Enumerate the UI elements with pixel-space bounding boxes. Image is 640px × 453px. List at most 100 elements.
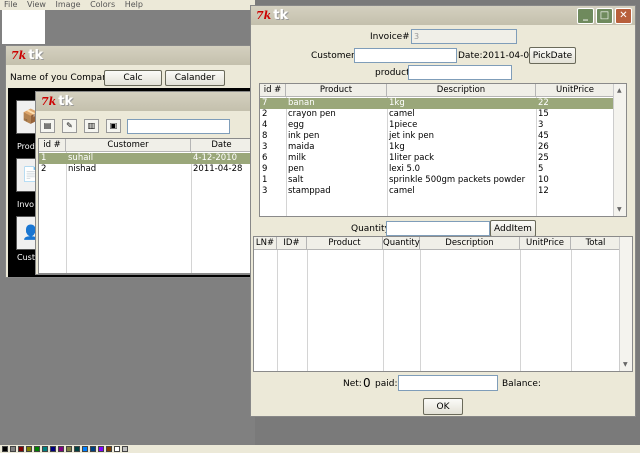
net-label: Net: — [343, 379, 362, 389]
delete-icon[interactable]: ▥ — [84, 119, 99, 133]
menu-colors[interactable]: Colors — [90, 0, 115, 9]
tk-logo-icon: 7k — [256, 9, 272, 22]
ok-button[interactable]: OK — [423, 398, 463, 415]
invoice-window-title: tk — [273, 8, 289, 23]
col-header-customer[interactable]: Customer — [66, 139, 191, 152]
palette-swatch[interactable] — [58, 446, 64, 452]
paint-menu-bar: File View Image Colors Help — [0, 0, 255, 10]
menu-view[interactable]: View — [27, 0, 46, 9]
product-row[interactable]: 9 pen lexi 5.0 5 — [260, 164, 615, 175]
col-header-product[interactable]: Product — [286, 84, 387, 97]
palette-swatch[interactable] — [98, 446, 104, 452]
customer-row[interactable]: 2 nishad 2011-04-28 — [39, 164, 251, 175]
palette-swatch[interactable] — [74, 446, 80, 452]
col-header-date[interactable]: Date — [191, 139, 251, 152]
palette-swatch[interactable] — [114, 446, 120, 452]
palette-swatch[interactable] — [82, 446, 88, 452]
cell-desc: 1kg — [389, 98, 405, 108]
cell-product: egg — [288, 120, 305, 130]
scroll-down-icon[interactable]: ▼ — [623, 361, 628, 368]
scroll-down-icon[interactable]: ▼ — [617, 206, 622, 213]
cell-price: 3 — [538, 120, 544, 130]
product-row[interactable]: 3 stamppad camel 12 — [260, 186, 615, 197]
company-label: Name of you Company — [10, 73, 114, 83]
palette-swatch[interactable] — [66, 446, 72, 452]
calc-button[interactable]: Calc — [104, 70, 162, 86]
cell-id: 2 — [41, 164, 47, 174]
minimize-button[interactable]: _ — [577, 8, 594, 24]
menu-help[interactable]: Help — [125, 0, 143, 9]
customer-window-title: tk — [58, 94, 74, 109]
palette-swatch[interactable] — [42, 446, 48, 452]
palette-swatch[interactable] — [90, 446, 96, 452]
product-row[interactable]: 6 milk 1liter pack 25 — [260, 153, 615, 164]
col-header-unitprice[interactable]: UnitPrice — [520, 237, 571, 250]
items-scrollbar[interactable]: ▼ — [619, 237, 632, 371]
invoice-items-grid[interactable]: LN# ID# Product Quantity Description Uni… — [253, 236, 633, 372]
close-button[interactable]: ✕ — [615, 8, 632, 24]
paid-input[interactable] — [398, 375, 498, 391]
calander-button[interactable]: Calander — [165, 70, 225, 86]
palette-swatch[interactable] — [10, 446, 16, 452]
pickdate-button[interactable]: PickDate — [529, 47, 576, 64]
cell-price: 15 — [538, 109, 549, 119]
palette-swatch[interactable] — [34, 446, 40, 452]
cell-id: 3 — [262, 186, 268, 196]
customer-row[interactable]: 1 suhail 4-12-2010 — [39, 153, 251, 164]
palette-swatch[interactable] — [26, 446, 32, 452]
cell-price: 12 — [538, 186, 549, 196]
col-header-id[interactable]: id # — [39, 139, 66, 152]
col-header-ln[interactable]: LN# — [254, 237, 277, 250]
additem-button[interactable]: AddItem — [490, 220, 536, 237]
cell-desc: lexi 5.0 — [389, 164, 421, 174]
col-header-unitprice[interactable]: UnitPrice — [536, 84, 615, 97]
net-value: 0 — [363, 376, 371, 390]
palette-swatch[interactable] — [50, 446, 56, 452]
save-icon[interactable]: ▣ — [106, 119, 121, 133]
tk-logo-icon: 7k — [11, 49, 27, 62]
palette-swatch[interactable] — [2, 446, 8, 452]
new-icon[interactable]: ▤ — [40, 119, 55, 133]
col-header-description[interactable]: Description — [420, 237, 520, 250]
quantity-input[interactable] — [386, 221, 490, 236]
col-header-id[interactable]: ID# — [277, 237, 307, 250]
main-title-bar[interactable]: 7k tk — [6, 46, 251, 65]
customer-title-bar[interactable]: 7k tk — [36, 92, 252, 111]
maximize-button[interactable]: □ — [596, 8, 613, 24]
product-row[interactable]: 1 salt sprinkle 500gm packets powder 10 — [260, 175, 615, 186]
invoice-title-bar[interactable]: 7k tk _ □ ✕ — [251, 6, 635, 25]
cell-desc: sprinkle 500gm packets powder — [389, 175, 526, 185]
product-row[interactable]: 4 egg 1piece 3 — [260, 120, 615, 131]
cell-price: 45 — [538, 131, 549, 141]
product-row[interactable]: 3 maida 1kg 26 — [260, 142, 615, 153]
product-grid[interactable]: id # Product Description UnitPrice 7 bana… — [259, 83, 627, 217]
product-search-input[interactable] — [408, 65, 512, 80]
col-header-total[interactable]: Total — [571, 237, 621, 250]
cell-date: 4-12-2010 — [193, 153, 237, 163]
date-text: Date:2011-04-05 — [458, 51, 535, 61]
cell-desc: camel — [389, 186, 415, 196]
palette-swatch[interactable] — [122, 446, 128, 452]
scroll-up-icon[interactable]: ▲ — [617, 87, 622, 94]
product-scrollbar[interactable]: ▲ ▼ — [613, 84, 626, 216]
col-header-product[interactable]: Product — [307, 237, 383, 250]
invoice-number-field: 3 — [411, 29, 517, 44]
product-row[interactable]: 8 ink pen jet ink pen 45 — [260, 131, 615, 142]
product-row[interactable]: 2 crayon pen camel 15 — [260, 109, 615, 120]
cell-id: 1 — [262, 175, 268, 185]
col-header-id[interactable]: id # — [260, 84, 286, 97]
customer-search-input[interactable] — [127, 119, 230, 134]
menu-file[interactable]: File — [4, 0, 17, 9]
invoice-label: Invo — [17, 200, 35, 209]
cell-id: 7 — [262, 98, 268, 108]
edit-icon[interactable]: ✎ — [62, 119, 77, 133]
palette-swatch[interactable] — [106, 446, 112, 452]
customer-grid[interactable]: id # Customer Date 1 suhail 4-12-2010 2 nish… — [38, 138, 252, 274]
product-row[interactable]: 7 banan 1kg 22 — [260, 98, 615, 109]
customer-input[interactable] — [354, 48, 457, 63]
menu-image[interactable]: Image — [55, 0, 80, 9]
col-header-description[interactable]: Description — [387, 84, 536, 97]
cell-price: 5 — [538, 164, 544, 174]
palette-swatch[interactable] — [18, 446, 24, 452]
col-header-quantity[interactable]: Quantity — [383, 237, 420, 250]
